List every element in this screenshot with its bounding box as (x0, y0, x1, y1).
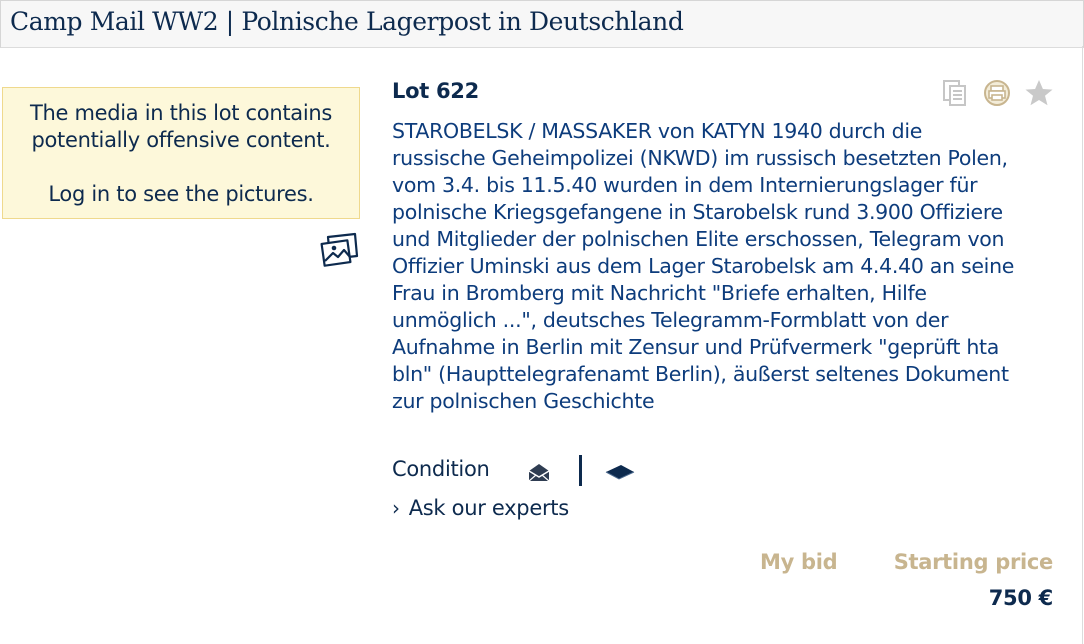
notice-login-message[interactable]: Log in to see the pictures. (3, 181, 359, 208)
ask-experts-label: Ask our experts (408, 496, 569, 520)
gallery-icon[interactable] (319, 232, 359, 268)
card-icon[interactable] (604, 462, 636, 482)
starting-price-label: Starting price (893, 550, 1054, 574)
chevron-right-icon: › (392, 496, 400, 520)
watchlist-star-icon[interactable] (1024, 78, 1054, 108)
copy-icon[interactable] (942, 79, 968, 107)
panel-right-border (1082, 46, 1083, 644)
page-header: Camp Mail WW2 | Polnische Lagerpost in D… (0, 0, 1084, 48)
envelope-icon[interactable] (527, 461, 551, 483)
page-title: Camp Mail WW2 | Polnische Lagerpost in D… (10, 7, 684, 36)
my-bid-label: My bid (760, 550, 838, 574)
lot-description: STAROBELSK / MASSAKER von KATYN 1940 dur… (392, 119, 1015, 413)
ask-experts-link[interactable]: › Ask our experts (392, 496, 569, 520)
condition-separator (579, 455, 582, 486)
condition-label: Condition (392, 457, 490, 481)
notice-message: The media in this lot contains potential… (29, 101, 333, 152)
lot-title: Lot 622 (392, 79, 479, 103)
print-icon[interactable] (983, 79, 1011, 107)
offensive-content-notice: The media in this lot contains potential… (2, 87, 360, 219)
starting-price-value: 750 € (988, 586, 1054, 610)
